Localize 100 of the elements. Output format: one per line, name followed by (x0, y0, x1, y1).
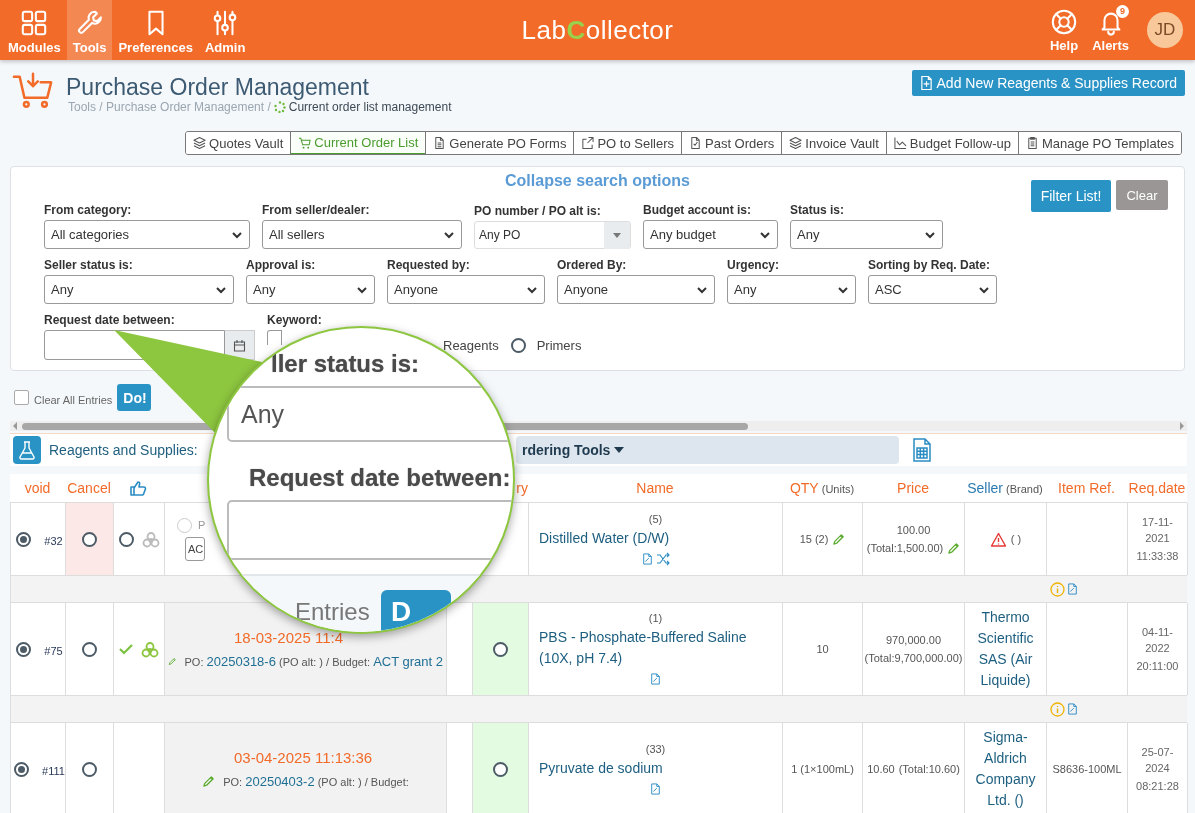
alert-count-badge: 9 (1116, 4, 1129, 18)
item-name-link[interactable]: PBS - Phosphate-Buffered Saline (10X, pH 7.4) (532, 627, 779, 669)
radio-label[interactable]: Reagents (443, 337, 499, 353)
receive-radio[interactable] (493, 761, 508, 777)
caret-down-icon (612, 231, 622, 239)
combo-field[interactable]: Any PO (474, 221, 631, 249)
info-icon (1050, 701, 1065, 717)
document-plus-icon (919, 75, 933, 91)
order-label: P (198, 519, 206, 531)
document-edit-icon (1067, 702, 1078, 716)
select-field[interactable]: Any (44, 275, 234, 304)
approval-radio[interactable] (118, 531, 134, 547)
select-field[interactable]: All categories (44, 220, 250, 249)
item-name-link[interactable]: Pyruvate de sodium (532, 757, 779, 779)
quantity: 10 (816, 643, 829, 655)
seller-link[interactable]: Thermo Scientific SAS (Air Liquide) (968, 607, 1043, 691)
quantity: 15 (2) (799, 533, 829, 545)
field-label: From category: (44, 203, 133, 217)
share-icon (581, 136, 595, 150)
calendar-button[interactable] (225, 330, 255, 360)
field-label: PO number / PO alt is: (474, 204, 602, 218)
field-label: Status is: (790, 203, 845, 217)
wrench-icon (75, 9, 104, 37)
checkbox-label[interactable]: Clear All Entries (34, 394, 113, 406)
row-select-radio[interactable] (16, 531, 32, 547)
order-date: 03-04-2025 11:13:36 (233, 749, 374, 766)
total-price: (Total:9,700,000.00) (864, 651, 963, 666)
checkbox-label: Entries (295, 598, 370, 626)
select-field[interactable]: Any budget (643, 220, 778, 249)
checkbox[interactable] (14, 390, 29, 405)
pencil-icon (168, 655, 177, 668)
po-details: PO: 20250403-2 (PO alt: ) / Budget: (223, 774, 409, 789)
item-name-link[interactable]: Distilled Water (D/W) (532, 527, 779, 549)
cart-download-icon (12, 70, 54, 110)
select-field[interactable]: Any (790, 220, 943, 249)
order-date: 18-03-2025 11:4 (233, 629, 344, 646)
radio-label[interactable]: Primers (536, 337, 582, 353)
row-select-radio[interactable] (14, 761, 30, 777)
select-field[interactable]: All sellers (262, 220, 462, 249)
po-link[interactable]: 20250403-2 (245, 774, 315, 789)
document-icon (650, 781, 661, 796)
thumbs-up-icon (130, 480, 147, 496)
request-date: 04-11-2022 (1141, 625, 1174, 656)
item-count: (33) (644, 742, 667, 755)
select-field[interactable]: ASC (868, 275, 997, 304)
radio-button[interactable] (510, 337, 526, 353)
field-label: Sorting by Req. Date: (868, 258, 991, 272)
item-count: (5) (647, 512, 664, 525)
layers-icon (789, 136, 803, 150)
po-link[interactable]: 20250318-6 (206, 654, 276, 669)
cancel-radio[interactable] (82, 641, 97, 657)
item-count: (1) (647, 612, 664, 624)
select-field[interactable]: Any (727, 275, 856, 304)
request-time: 08:21:28 (1136, 779, 1179, 794)
row-select-radio[interactable] (16, 641, 32, 657)
document-check-icon (689, 136, 702, 150)
text-field[interactable] (267, 330, 282, 345)
unit-price: 10.60 (867, 762, 895, 777)
column-header[interactable]: Seller (Brand) (967, 480, 1043, 496)
total-price: (Total:10.60) (898, 762, 960, 777)
quantity: 1 (1×100mL) (791, 763, 854, 775)
row-number: #75 (44, 644, 63, 657)
pencil-icon (202, 775, 216, 788)
document-edit-icon (1067, 582, 1078, 596)
order-radio[interactable] (177, 517, 192, 533)
cancel-radio[interactable] (82, 531, 97, 547)
po-details: PO: 20250318-6 (PO alt: ) / Budget: ACT grant 2 (184, 654, 443, 669)
cancel-radio[interactable] (82, 761, 97, 777)
field-label: ller status is: (271, 350, 420, 378)
caret-down-icon (614, 447, 625, 453)
receive-radio[interactable] (493, 641, 508, 657)
grid-icon (20, 9, 49, 37)
document-icon (650, 672, 661, 686)
request-time: 11:33:38 (1136, 549, 1179, 564)
row-number: #32 (44, 534, 63, 547)
select-field[interactable]: AC (185, 536, 205, 561)
seller-link[interactable]: Sigma-Aldrich Company Ltd. () (968, 727, 1043, 811)
unit-price: 100.00 (896, 523, 931, 538)
select-field[interactable]: Anyone (387, 275, 545, 304)
breadcrumb-current: Current order list management (288, 100, 452, 114)
loading-spinner-icon (273, 101, 286, 113)
request-time: 20:11:00 (1136, 659, 1179, 674)
field-label: Urgency: (727, 258, 780, 272)
field-label: Request date between: (44, 313, 176, 327)
page-title: Purchase Order Management (66, 74, 370, 100)
field-label: Request date between: (249, 464, 511, 492)
select-field[interactable]: Any (246, 275, 375, 304)
select-field[interactable]: Anyone (557, 275, 715, 304)
scroll-right-icon (1179, 422, 1185, 430)
tab[interactable]: Manage PO Templates (1018, 132, 1181, 154)
column-header[interactable]: QTY (Units) (789, 480, 855, 496)
spreadsheet-icon (912, 438, 933, 462)
budget-link[interactable]: ACT grant 2 (373, 654, 443, 669)
user-avatar[interactable]: JD (1147, 12, 1183, 48)
document-icon (641, 551, 653, 566)
seller-link[interactable]: ( ) (1010, 528, 1022, 550)
tab[interactable]: Current Order List (290, 132, 426, 154)
unit-price: 970,000.00 (885, 633, 942, 648)
ordering-tools-button[interactable]: rdering Tools (516, 436, 900, 464)
row-number: #111 (42, 764, 65, 777)
